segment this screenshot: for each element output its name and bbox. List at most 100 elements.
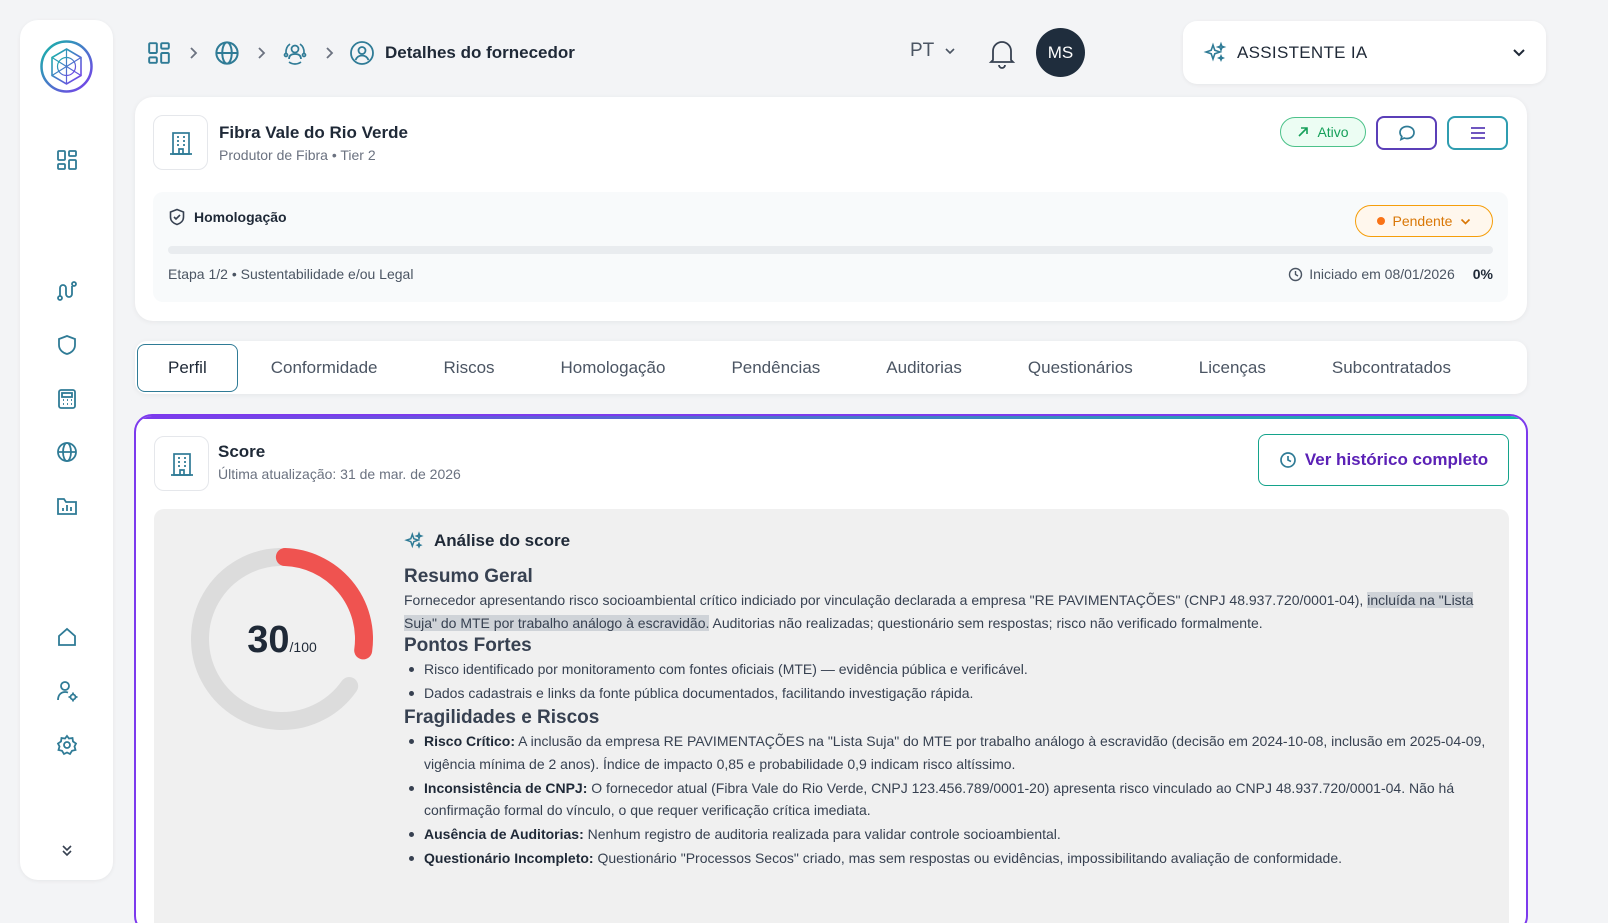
ai-assistant-dropdown[interactable]: ASSISTENTE IA	[1183, 21, 1546, 84]
breadcrumb-dashboard[interactable]	[145, 39, 173, 67]
sidebar	[20, 20, 113, 880]
score-card: Score Última atualização: 31 de mar. de …	[134, 414, 1528, 923]
status-badge[interactable]: Ativo	[1280, 117, 1366, 147]
sidebar-item-dashboard[interactable]	[54, 147, 80, 173]
avatar-initials: MS	[1047, 42, 1074, 62]
analysis-title: Análise do score	[434, 531, 571, 550]
tab-pendencias[interactable]: Pendências	[698, 344, 853, 392]
score-analysis-panel: 30/100 Análise do score Resumo Geral For…	[154, 509, 1509, 923]
language-label: PT	[910, 40, 935, 61]
sidebar-item-routes[interactable]	[54, 278, 80, 304]
menu-icon	[1469, 126, 1487, 140]
weakness-text: Questionário "Processos Secos" criado, m…	[593, 850, 1343, 866]
tab-subcontratados[interactable]: Subcontratados	[1299, 344, 1484, 392]
strengths-title: Pontos Fortes	[404, 635, 532, 656]
summary-part2: Auditorias não realizadas; questionário …	[709, 614, 1263, 631]
homologation-started: Iniciado em 08/01/2026 0%	[1288, 266, 1493, 282]
tab-auditorias[interactable]: Auditorias	[853, 344, 995, 392]
supplier-avatar	[153, 115, 208, 170]
homologation-progress-bar	[168, 246, 1493, 254]
dashboard-icon	[147, 41, 171, 65]
sidebar-item-calculator[interactable]	[54, 386, 80, 412]
bell-icon	[987, 37, 1017, 69]
chevron-right-icon	[173, 46, 213, 60]
list-item: Inconsistência de CNPJ: O fornecedor atu…	[404, 777, 1489, 822]
homologation-stage: Etapa 1/2 • Sustentabilidade e/ou Legal	[168, 266, 414, 282]
weaknesses-list: Risco Crítico: A inclusão da empresa RE …	[404, 730, 1489, 870]
calculator-icon	[56, 388, 78, 410]
view-history-label: Ver histórico completo	[1304, 450, 1489, 469]
homologation-status: Pendente	[1392, 213, 1453, 229]
chat-bubble-icon	[1398, 124, 1416, 142]
users-network-icon	[281, 39, 309, 67]
sidebar-item-reports[interactable]	[54, 493, 80, 519]
breadcrumb-globe[interactable]	[213, 39, 241, 67]
started-date: Iniciado em 08/01/2026	[1309, 266, 1455, 282]
view-history-button[interactable]: Ver histórico completo	[1258, 434, 1509, 486]
tab-questionarios[interactable]: Questionários	[995, 344, 1166, 392]
tab-riscos[interactable]: Riscos	[411, 344, 528, 392]
tab-homologacao[interactable]: Homologação	[528, 344, 699, 392]
user-gear-icon	[56, 680, 78, 702]
tab-licencas[interactable]: Licenças	[1166, 344, 1299, 392]
list-item: Ausência de Auditorias: Nenhum registro …	[404, 823, 1489, 846]
sidebar-item-user-settings[interactable]	[54, 678, 80, 704]
tab-conformidade[interactable]: Conformidade	[238, 344, 411, 392]
list-item: Dados cadastrais e links da fonte públic…	[404, 682, 1489, 705]
sidebar-item-globe[interactable]	[54, 439, 80, 465]
weakness-label: Risco Crítico:	[424, 733, 516, 749]
progress-percent: 0%	[1472, 266, 1493, 282]
history-clock-icon	[1279, 451, 1297, 469]
clock-icon	[1288, 267, 1303, 282]
summary-title: Resumo Geral	[404, 566, 533, 587]
dashboard-icon	[56, 149, 78, 171]
supplier-name: Fibra Vale do Rio Verde	[219, 123, 408, 142]
homologation-panel: Homologação Pendente Etapa 1/2 • Sustent…	[153, 192, 1508, 302]
chevron-down-icon	[1460, 218, 1471, 225]
summary-text: Fornecedor apresentando risco socioambie…	[404, 589, 1489, 634]
sparkles-icon	[1203, 41, 1227, 65]
status-label: Ativo	[1317, 124, 1349, 140]
avatar[interactable]: MS	[1036, 28, 1085, 77]
weakness-text: Nenhum registro de auditoria realizada p…	[583, 826, 1061, 842]
list-item: Questionário Incompleto: Questionário "P…	[404, 847, 1489, 870]
tab-perfil[interactable]: Perfil	[137, 343, 238, 392]
homologation-title: Homologação	[168, 208, 287, 226]
chevron-right-icon	[309, 46, 349, 60]
ai-assistant-label: ASSISTENTE IA	[1237, 42, 1368, 62]
status-dot	[1376, 217, 1385, 225]
building-icon	[169, 451, 195, 477]
score-title: Score	[218, 442, 266, 461]
comments-button[interactable]	[1376, 116, 1437, 150]
app-logo[interactable]	[39, 39, 94, 94]
page-title: Detalhes do fornecedor	[385, 43, 575, 62]
sidebar-expand-button[interactable]	[54, 837, 80, 863]
breadcrumb-suppliers[interactable]	[281, 39, 309, 67]
notifications-button[interactable]	[987, 37, 1017, 69]
chevron-right-icon	[241, 46, 281, 60]
language-selector[interactable]: PT	[910, 40, 956, 62]
homologation-status-dropdown[interactable]: Pendente	[1355, 205, 1493, 237]
shield-icon	[56, 334, 78, 356]
sidebar-item-home[interactable]	[54, 624, 80, 650]
chevrons-down-icon	[60, 843, 74, 857]
score-card-icon	[154, 436, 209, 491]
route-icon	[56, 280, 78, 302]
sparkles-icon	[404, 531, 424, 551]
weakness-label: Ausência de Auditorias:	[424, 826, 584, 842]
menu-button[interactable]	[1447, 116, 1508, 150]
sidebar-item-settings[interactable]	[54, 732, 80, 758]
supplier-card: Fibra Vale do Rio Verde Produtor de Fibr…	[135, 97, 1527, 321]
strengths-list: Risco identificado por monitoramento com…	[404, 658, 1489, 705]
weakness-label: Inconsistência de CNPJ:	[424, 779, 588, 796]
summary-part1: Fornecedor apresentando risco socioambie…	[404, 592, 1368, 608]
supplier-subtitle: Produtor de Fibra • Tier 2	[219, 147, 376, 163]
list-item: Risco identificado por monitoramento com…	[404, 658, 1489, 681]
shield-check-icon	[168, 208, 186, 226]
home-icon	[56, 626, 78, 648]
weakness-text: A inclusão da empresa RE PAVIMENTAÇÕES n…	[424, 733, 1486, 772]
user-circle-icon	[349, 40, 375, 66]
sidebar-item-shield[interactable]	[54, 332, 80, 358]
tab-bar: Perfil Conformidade Riscos Homologação P…	[135, 341, 1527, 394]
arrow-up-right-icon	[1297, 126, 1309, 138]
